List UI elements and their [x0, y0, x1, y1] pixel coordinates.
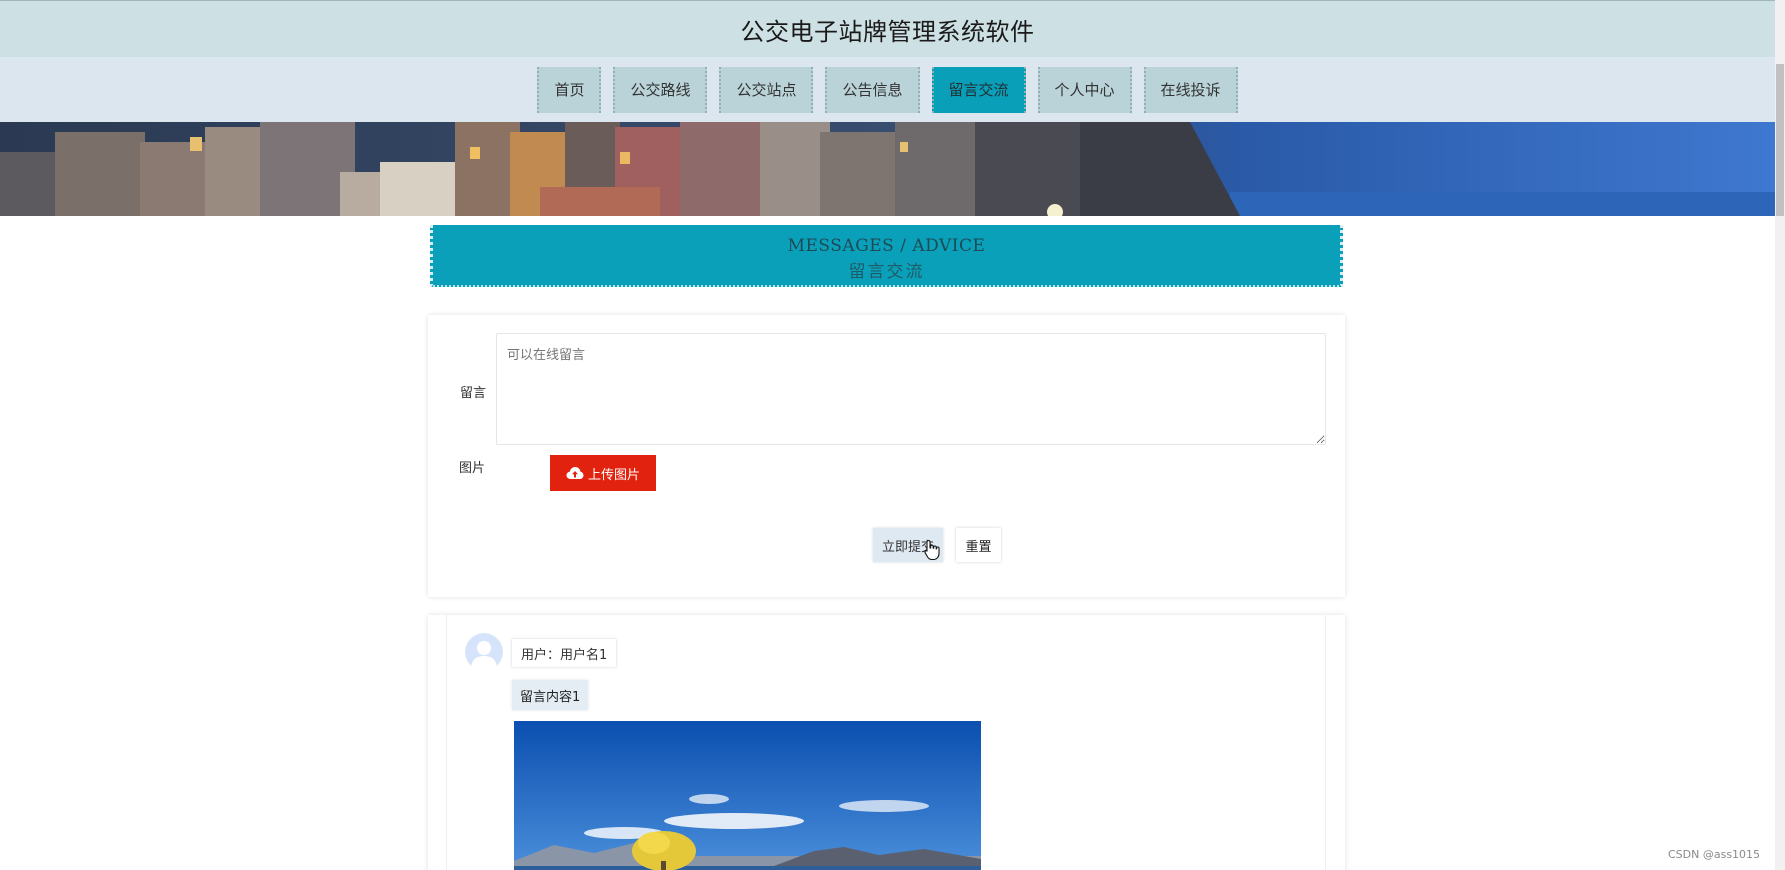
message-label: 留言: [460, 386, 487, 401]
message-form: 留言 图片 上传图片 立即提交 重置: [428, 315, 1345, 597]
nav-complaints[interactable]: 在线投诉: [1143, 66, 1238, 113]
reset-button[interactable]: 重置: [956, 528, 1001, 562]
banner-image: [0, 122, 1775, 216]
section-title-en: MESSAGES / ADVICE: [787, 236, 986, 256]
nav-home[interactable]: 首页: [537, 66, 602, 113]
message-textarea[interactable]: [496, 333, 1326, 445]
nav-personal-center[interactable]: 个人中心: [1037, 66, 1132, 113]
section-header: MESSAGES / ADVICE 留言交流: [430, 225, 1343, 287]
message-content: 留言内容1: [512, 680, 589, 710]
message-image: [514, 721, 981, 870]
message-item-inner: 用户：用户名1 留言内容1: [446, 615, 1326, 870]
message-list-item: 用户：用户名1 留言内容1: [428, 615, 1345, 870]
message-user: 用户：用户名1: [512, 639, 617, 667]
watermark: CSDN @ass1015: [1668, 848, 1761, 861]
image-label: 图片: [459, 461, 486, 476]
site-title: 公交电子站牌管理系统软件: [740, 17, 1035, 46]
section-title-cn: 留言交流: [848, 262, 925, 282]
scrollbar-thumb[interactable]: [1776, 64, 1784, 216]
upload-image-button[interactable]: 上传图片: [550, 455, 656, 491]
main-nav: 首页 公交路线 公交站点 公告信息 留言交流 个人中心 在线投诉: [0, 57, 1775, 122]
user-avatar: [465, 633, 503, 671]
nav-bus-stops[interactable]: 公交站点: [719, 66, 814, 113]
site-header: 公交电子站牌管理系统软件: [0, 0, 1775, 57]
page-scrollbar[interactable]: [1775, 0, 1785, 870]
nav-bus-routes[interactable]: 公交路线: [613, 66, 708, 113]
user-avatar-icon: [465, 633, 503, 671]
banner-town-scene: [0, 122, 1775, 216]
page: 公交电子站牌管理系统软件 首页 公交路线 公交站点 公告信息 留言交流 个人中心…: [0, 0, 1785, 870]
hand-pointer-icon: [924, 539, 940, 561]
nav-messages[interactable]: 留言交流: [931, 66, 1026, 113]
message-photo-landscape: [514, 721, 981, 870]
upload-image-label: 上传图片: [587, 466, 640, 482]
cloud-upload-icon: [566, 467, 584, 479]
nav-announcements[interactable]: 公告信息: [825, 66, 920, 113]
